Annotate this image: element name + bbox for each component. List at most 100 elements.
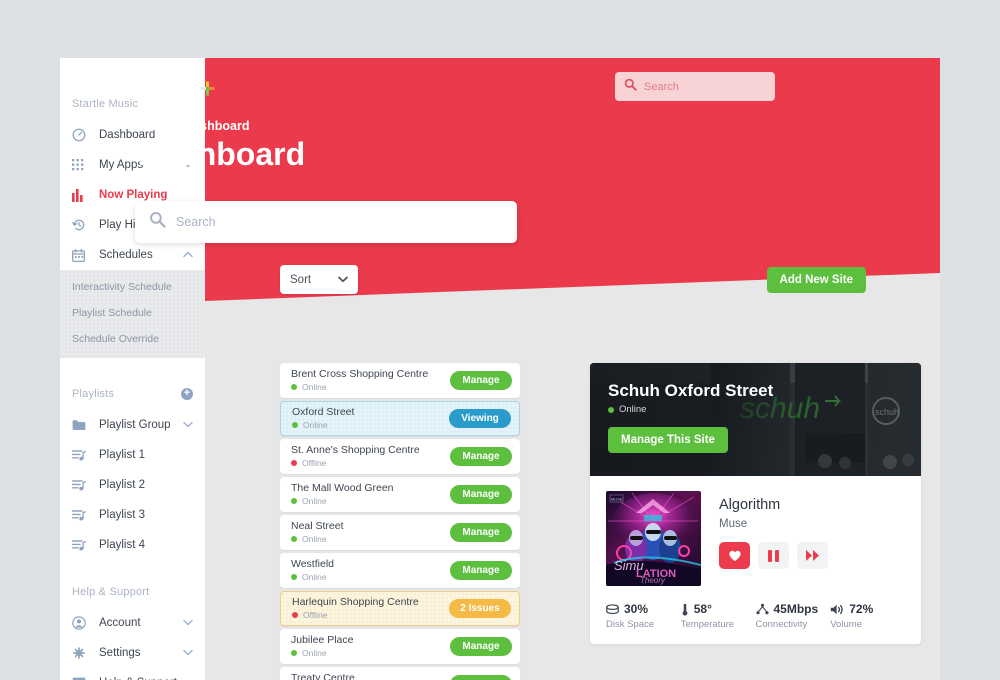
site-name: Brent Cross Shopping Centre	[291, 368, 429, 380]
main-search-box[interactable]: Search	[135, 201, 517, 243]
sidebar-item-playlist-group[interactable]: Playlist Group	[60, 410, 205, 440]
status-dot-online	[291, 384, 297, 390]
track-info: Algorithm Muse	[719, 491, 828, 586]
site-action-manage-button[interactable]: Manage	[450, 523, 512, 542]
chevron-down-icon[interactable]	[183, 618, 193, 628]
chevron-down-icon[interactable]	[183, 420, 193, 430]
plus-circle-icon[interactable]: +	[181, 388, 193, 400]
site-row[interactable]: Harlequin Shopping Centre Offline 2 Issues	[280, 591, 520, 626]
site-row[interactable]: Treaty CentreOfflineManage	[280, 667, 520, 680]
toolbar: Sort Add New Site	[280, 265, 866, 294]
player-controls	[719, 542, 828, 569]
site-status: Online	[291, 533, 450, 545]
stat-value-row: 72%	[830, 602, 905, 616]
status-dot-online	[292, 422, 298, 428]
site-action-manage-button[interactable]: Manage	[450, 447, 512, 466]
sidebar-subitem-schedule-override[interactable]: Schedule Override	[60, 326, 205, 352]
site-row-info: The Mall Wood Green Online	[291, 482, 450, 507]
sort-dropdown[interactable]: Sort	[280, 265, 358, 294]
site-status-label: Online	[302, 534, 327, 544]
status-dot-online	[291, 574, 297, 580]
pause-button[interactable]	[758, 542, 789, 569]
main-search-input[interactable]: Search	[176, 215, 216, 229]
sidebar-nav-help: Account Settings Help & Support	[60, 608, 205, 680]
gauge-icon	[72, 128, 90, 142]
stat-label: Volume	[830, 619, 862, 630]
site-detail-title: Schuh Oxford Street	[608, 381, 774, 400]
playlist-icon	[72, 508, 90, 522]
disk-icon	[606, 603, 619, 615]
site-row[interactable]: Westfield Online Manage	[280, 553, 520, 588]
stat-value-row: 45Mbps	[755, 602, 831, 616]
site-row[interactable]: St. Anne's Shopping Centre Offline Manage	[280, 439, 520, 474]
chevron-down-icon	[338, 275, 348, 285]
love-button[interactable]	[719, 542, 750, 569]
sidebar-item-help-support[interactable]: Help & Support	[60, 668, 205, 680]
sidebar-item-schedules[interactable]: Schedules	[60, 240, 205, 270]
site-action-manage-button[interactable]: Manage	[450, 675, 512, 680]
sidebar-schedules-subitems: Interactivity Schedule Playlist Schedule S…	[60, 270, 205, 358]
header-search-input[interactable]: Search	[644, 81, 679, 93]
sidebar-subitem-playlist-schedule[interactable]: Playlist Schedule	[60, 300, 205, 326]
sidebar-section-playlists-label: Playlists	[72, 388, 115, 400]
site-name: Treaty Centre	[291, 672, 355, 680]
site-hero: schuh schuh Schuh Oxford Street	[590, 363, 921, 476]
site-row-info: Westfield Online	[291, 558, 450, 583]
site-status-label: Offline	[303, 610, 328, 620]
sidebar-item-playlist-4[interactable]: Playlist 4	[60, 530, 205, 560]
sidebar-item-settings[interactable]: Settings	[60, 638, 205, 668]
site-name: Jubilee Place	[291, 634, 354, 646]
site-action-viewing-button[interactable]: Viewing	[449, 409, 511, 428]
site-name: St. Anne's Shopping Centre	[291, 444, 420, 456]
site-action-manage-button[interactable]: Manage	[450, 637, 512, 656]
site-action-manage-button[interactable]: Manage	[450, 371, 512, 390]
site-action-manage-button[interactable]: Manage	[450, 485, 512, 504]
calendar-icon	[72, 248, 90, 262]
site-detail-panel: schuh schuh Schuh Oxford Street	[590, 363, 921, 644]
sidebar-item-label: Account	[99, 617, 141, 629]
status-dot-offline	[291, 460, 297, 466]
site-name: Neal Street	[291, 520, 344, 532]
svg-text:Theory: Theory	[640, 576, 666, 585]
track-artist: Muse	[719, 518, 748, 530]
site-row[interactable]: Brent Cross Shopping Centre Online Manage	[280, 363, 520, 398]
stat-connectivity: 45Mbps Connectivity	[756, 602, 831, 630]
site-action-manage-button[interactable]: Manage	[450, 561, 512, 580]
chevron-up-icon[interactable]	[183, 250, 193, 260]
stat-disk-space: 30% Disk Space	[606, 602, 681, 630]
stat-label: Connectivity	[755, 619, 808, 630]
user-circle-icon	[72, 616, 90, 630]
site-detail-status: Online	[608, 404, 773, 415]
add-new-site-button[interactable]: Add New Site	[766, 266, 866, 293]
site-row[interactable]: Neal Street Online Manage	[280, 515, 520, 550]
stat-value-row: 58°	[681, 602, 756, 616]
thermometer-icon	[681, 603, 689, 616]
site-row[interactable]: Oxford Street Online Viewing	[280, 401, 520, 436]
network-icon	[755, 603, 769, 615]
gear-icon	[72, 646, 90, 660]
chevron-down-icon[interactable]	[183, 648, 193, 658]
sort-dropdown-label: Sort	[290, 273, 312, 286]
site-status-label: Online	[302, 382, 327, 392]
status-dot-offline	[292, 612, 298, 618]
site-name: Oxford Street	[292, 406, 355, 418]
logo-plus-icon	[200, 75, 215, 103]
sidebar-item-playlist-3[interactable]: Playlist 3	[60, 500, 205, 530]
site-row-info: Treaty CentreOffline	[291, 672, 450, 680]
now-playing-panel: Simu LATION Theory MUSE Algorithm Muse 3…	[590, 476, 921, 644]
sidebar-item-label: Playlist 3	[99, 509, 146, 521]
sidebar-subitem-interactivity-schedule[interactable]: Interactivity Schedule	[60, 274, 205, 300]
sidebar-item-playlist-2[interactable]: Playlist 2	[60, 470, 205, 500]
manage-this-site-button[interactable]: Manage This Site	[608, 427, 728, 453]
grid-icon	[72, 158, 90, 172]
sidebar-item-playlist-1[interactable]: Playlist 1	[60, 440, 205, 470]
site-row[interactable]: The Mall Wood Green Online Manage	[280, 477, 520, 512]
page-title: Dashboard	[138, 136, 306, 172]
site-action-issues-button[interactable]: 2 Issues	[449, 599, 511, 618]
header-search-box[interactable]: Search	[615, 72, 775, 101]
stat-value: 45Mbps	[773, 602, 819, 616]
sidebar-item-label: Playlist Group	[99, 419, 171, 431]
sidebar-item-account[interactable]: Account	[60, 608, 205, 638]
site-row[interactable]: Jubilee Place Online Manage	[280, 629, 520, 664]
next-button[interactable]	[797, 542, 828, 569]
